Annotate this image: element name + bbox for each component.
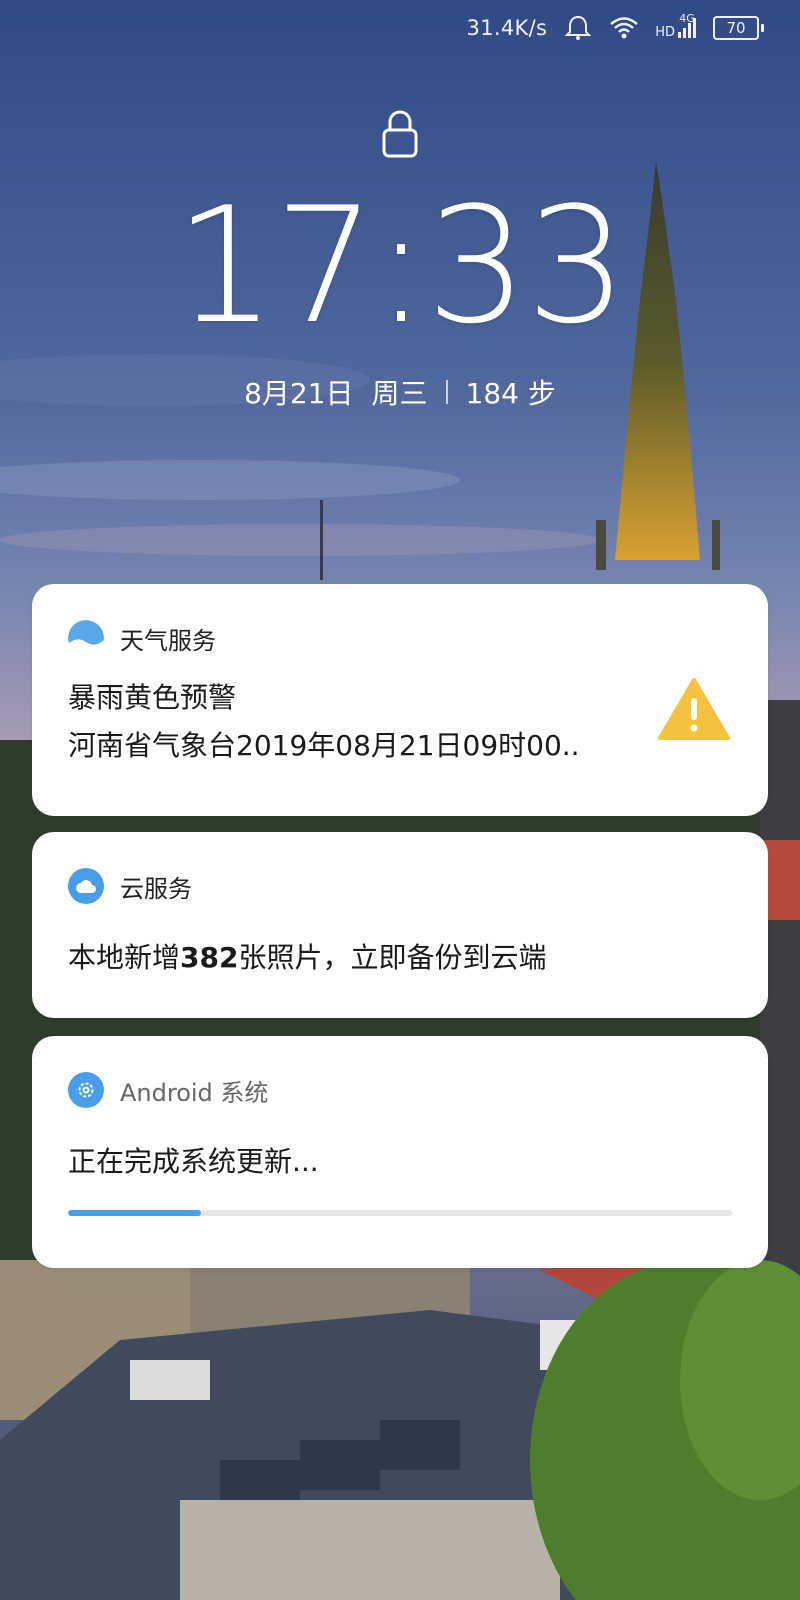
date-line: 8月21日 周三 184 步: [0, 372, 800, 412]
notification-title: 暴雨黄色预警: [68, 681, 237, 714]
notification-cloud[interactable]: 云服务 本地新增382张照片，立即备份到云端: [32, 832, 768, 1018]
status-bar: 31.4K/s HD 4G 70: [467, 0, 764, 56]
battery-level: 70: [726, 19, 746, 37]
cellular-signal-icon: HD 4G: [655, 12, 697, 40]
notification-text: 河南省气象台2019年08月21日09时00..: [68, 729, 580, 762]
text-prefix: 本地新增: [68, 941, 181, 974]
notification-text: 正在完成系统更新...: [68, 1145, 319, 1178]
update-progress-fill: [68, 1210, 201, 1216]
gear-icon: [68, 1072, 104, 1108]
text-suffix: 张照片，立即备份到云端: [238, 941, 547, 974]
hd-label: HD: [655, 25, 675, 40]
lock-icon[interactable]: [380, 108, 420, 164]
date-label: 8月21日: [244, 377, 354, 410]
photo-count: 382: [180, 941, 239, 974]
network-type-label: 4G: [679, 12, 695, 25]
battery-icon: 70: [713, 16, 764, 40]
notification-app-name: 天气服务: [120, 626, 216, 655]
weekday-label: 周三: [371, 377, 428, 410]
clock-time: 17:33: [174, 172, 627, 359]
notification-text: 本地新增382张照片，立即备份到云端: [68, 936, 546, 976]
update-progress-bar: [68, 1210, 732, 1216]
notification-weather[interactable]: 天气服务 暴雨黄色预警 河南省气象台2019年08月21日09时00..: [32, 584, 768, 816]
network-speed: 31.4K/s: [466, 16, 548, 40]
alarm-bell-icon: [563, 13, 593, 43]
warning-triangle-icon: [656, 676, 732, 746]
notification-app-name: 云服务: [120, 874, 192, 903]
notification-android-system[interactable]: Android 系统 正在完成系统更新...: [32, 1036, 768, 1268]
step-count: 184 步: [465, 377, 556, 410]
weather-icon: [68, 620, 104, 656]
date-divider: [445, 380, 448, 404]
notification-app-name: Android 系统: [120, 1078, 269, 1107]
wifi-icon: [609, 15, 639, 41]
cloud-icon: [68, 868, 104, 904]
